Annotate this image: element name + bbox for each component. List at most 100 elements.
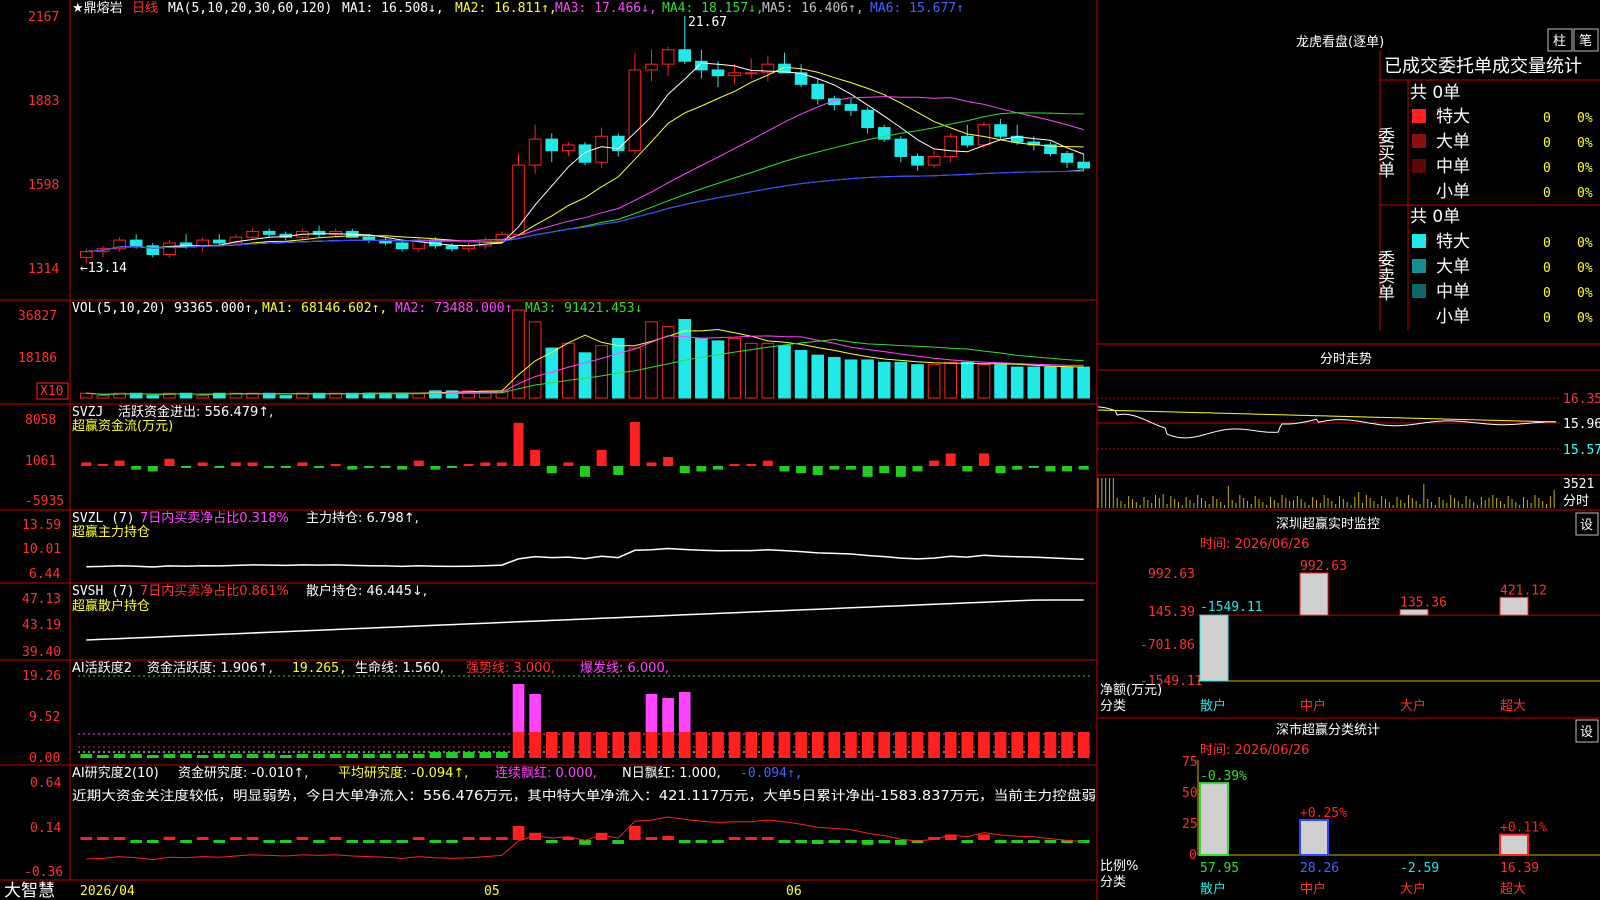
- svzj-bar: [762, 460, 773, 466]
- vol-bar: [811, 354, 825, 399]
- svzj-bar: [862, 466, 873, 477]
- ai2-bar: [246, 837, 259, 840]
- candle: [811, 83, 825, 100]
- ai2-bar: [496, 837, 508, 840]
- tab-weituodan[interactable]: 委托单: [1438, 56, 1492, 77]
- ai2-bar: [263, 840, 275, 843]
- class-category: 大户: [1400, 881, 1426, 897]
- ai1-bar: [712, 732, 724, 758]
- svzj-bar: [779, 466, 790, 472]
- svzj-label: 活跃资金进出: 556.479↑,: [118, 404, 273, 420]
- ai1-bar: [512, 732, 525, 758]
- svsh-sub: 超赢散户持仓: [72, 598, 150, 614]
- monitor-ylabel: 净额(万元): [1100, 683, 1162, 698]
- svzj-bar: [164, 458, 175, 466]
- ai1-label1: 资金活跃度: 1.906↑,: [147, 660, 273, 676]
- ai2-bar: [994, 840, 1007, 844]
- symbol-name[interactable]: ★鼎熔岩: [72, 1, 123, 16]
- svsh-axis-2: 39.40: [22, 645, 61, 660]
- vol-bar: [1060, 366, 1074, 399]
- svzj-bar: [480, 462, 491, 466]
- svzl-panel: SVZL (7) 7日内买卖净占比0.318% 主力持仓: 6.798↑, 超赢…: [22, 510, 419, 582]
- class-time: 时间: 2026/06/26: [1200, 743, 1309, 758]
- svzj-bar: [829, 466, 840, 470]
- ma-line-3: [86, 96, 1084, 253]
- date-axis: 大智慧 2026/04 05 06: [4, 881, 802, 900]
- tab-chengjiaoliang[interactable]: 成交量: [1492, 56, 1546, 77]
- vol-unit[interactable]: X10: [40, 384, 63, 399]
- buy-row-swatch: [1412, 134, 1426, 148]
- buy-row-pct: 0%: [1577, 111, 1593, 126]
- ai1-bar: [412, 754, 425, 758]
- monitor-category: 超大: [1500, 699, 1526, 714]
- sell-row-swatch: [1412, 284, 1426, 298]
- ai2-bar: [1011, 840, 1024, 843]
- zhu-button[interactable]: 柱: [1553, 34, 1566, 49]
- ai1-bar-top: [662, 698, 674, 732]
- vol-bar: [711, 340, 725, 399]
- class-settings-button[interactable]: 设: [1580, 725, 1593, 740]
- vol-bar: [562, 342, 575, 399]
- vol-bar: [96, 395, 110, 399]
- tab-yichengjiao[interactable]: 已成交: [1384, 56, 1438, 77]
- ai2-label1: 资金研究度: -0.010↑,: [178, 765, 308, 781]
- period-label[interactable]: 日线: [132, 1, 158, 16]
- vol-bar: [578, 352, 592, 399]
- buy-row-pct: 0%: [1577, 136, 1593, 151]
- ai1-axis-1: 9.52: [29, 710, 60, 725]
- svzj-bar: [363, 466, 374, 468]
- svzj-bar: [1045, 466, 1056, 472]
- ai1-bar: [496, 752, 508, 758]
- svzl-sub: 超赢主力持仓: [72, 524, 150, 540]
- tab-tongji[interactable]: 统计: [1546, 56, 1582, 77]
- class-bar-delta: -0.39%: [1200, 769, 1247, 784]
- ai2-label5: -0.094↑,: [740, 766, 803, 781]
- ai2-bar: [512, 826, 525, 840]
- ai2-comment: 近期大资金关注度较低，明显弱势，今日大单净流入：556.476万元，其中特大单净…: [72, 788, 1096, 804]
- ai1-bar: [196, 755, 209, 758]
- svsh-label2: 散户持仓: 46.445↓,: [306, 583, 427, 599]
- bi-button[interactable]: 笔: [1579, 33, 1592, 49]
- svzj-axis-0: 8058: [25, 413, 56, 428]
- monitor-bar-label: 135.36: [1400, 595, 1447, 610]
- date-tick-1: 2026/04: [80, 884, 135, 899]
- ai1-bar: [346, 754, 359, 758]
- ai2-bar: [329, 837, 342, 840]
- svzj-bar: [314, 466, 325, 468]
- vol-bar: [528, 321, 542, 399]
- buy-row-swatch: [1412, 184, 1426, 198]
- ai2-bar: [545, 840, 558, 844]
- svzj-bar: [413, 460, 424, 466]
- ai1-bar-top: [512, 684, 525, 732]
- svzj-title: SVZJ: [72, 405, 103, 420]
- ai1-bar: [97, 755, 109, 758]
- vol-bar: [794, 349, 808, 399]
- monitor-settings-button[interactable]: 设: [1580, 518, 1593, 533]
- class-bar-value: 16.39: [1500, 861, 1539, 876]
- svzj-bar: [1062, 466, 1073, 472]
- ai2-bar: [978, 834, 990, 840]
- svzj-bar: [879, 466, 890, 474]
- buy-row-count: 0: [1543, 136, 1551, 151]
- candle: [728, 72, 741, 77]
- sell-row-count: 0: [1543, 261, 1551, 276]
- buy-total: 共 0单: [1410, 83, 1460, 103]
- high-annotation: 21.67: [688, 15, 727, 30]
- sell-row-swatch: [1412, 259, 1426, 273]
- ai2-bar: [845, 840, 857, 843]
- svzj-bar: [629, 422, 640, 466]
- svzj-bar: [563, 462, 574, 466]
- ai2-bar: [146, 840, 159, 843]
- ai2-bar: [363, 840, 375, 843]
- svzj-bar: [912, 466, 923, 472]
- svzl-axis-2: 6.44: [29, 567, 60, 582]
- vol-bar: [645, 321, 658, 399]
- svzj-bar: [962, 466, 973, 472]
- vol-bar: [994, 364, 1007, 399]
- ai2-axis-0: 0.64: [30, 776, 61, 791]
- class-bar-value: -2.59: [1400, 861, 1439, 876]
- svzj-bar: [895, 466, 906, 477]
- vol-bar: [728, 338, 741, 399]
- sell-row-count: 0: [1543, 236, 1551, 251]
- ai2-bar: [762, 837, 774, 840]
